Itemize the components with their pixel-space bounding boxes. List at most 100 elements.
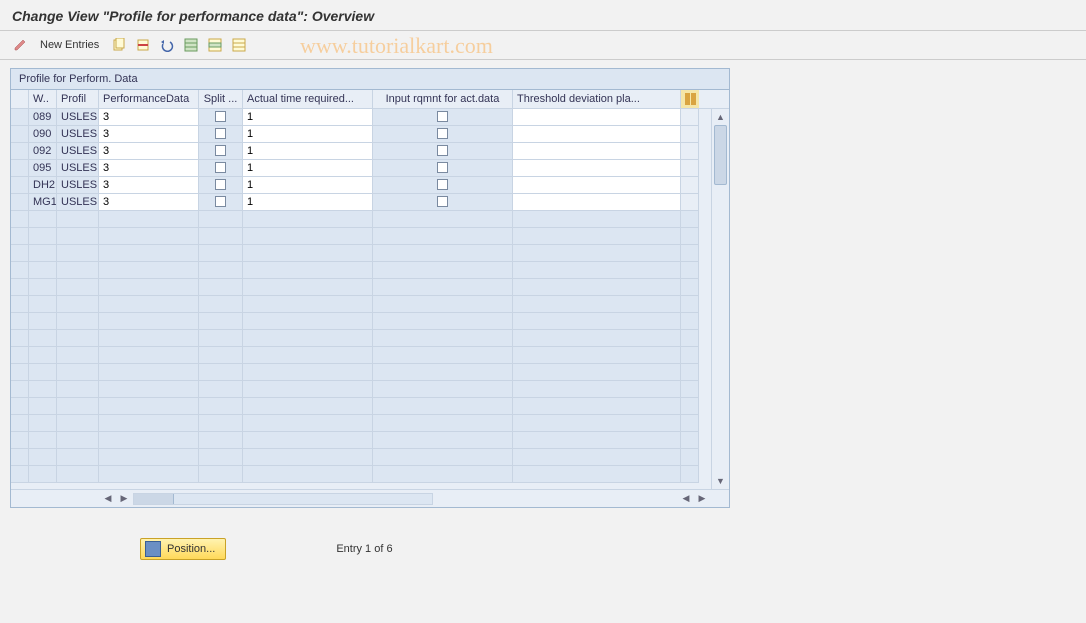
empty-cell	[199, 313, 243, 330]
change-icon[interactable]	[10, 35, 30, 55]
row-selector[interactable]	[11, 194, 29, 211]
empty-cell	[199, 211, 243, 228]
column-header-select[interactable]	[11, 90, 29, 108]
column-config-icon[interactable]	[681, 90, 699, 108]
scroll-up-icon[interactable]: ▲	[712, 109, 729, 125]
empty-cell	[57, 398, 99, 415]
empty-cell	[29, 381, 57, 398]
new-entries-button[interactable]: New Entries	[34, 35, 105, 55]
undo-icon[interactable]	[157, 35, 177, 55]
empty-cell	[513, 296, 681, 313]
cell-split-checkbox[interactable]	[199, 177, 243, 194]
position-button[interactable]: Position...	[140, 538, 226, 560]
empty-cell	[99, 415, 199, 432]
cell-input-checkbox[interactable]	[373, 177, 513, 194]
cell-actual-time[interactable]: 1	[243, 143, 373, 160]
cell-performancedata[interactable]: 3	[99, 177, 199, 194]
cell-input-checkbox[interactable]	[373, 109, 513, 126]
empty-cell	[513, 381, 681, 398]
horizontal-scrollbar[interactable]	[133, 493, 433, 505]
hscroll-right-icon[interactable]: ▶	[117, 492, 131, 506]
empty-cell	[681, 245, 699, 262]
cell-performancedata[interactable]: 3	[99, 126, 199, 143]
cell-profil: USLES	[57, 109, 99, 126]
cell-split-checkbox[interactable]	[199, 126, 243, 143]
hscroll-left2-icon[interactable]: ◀	[679, 492, 693, 506]
cell-actual-time[interactable]: 1	[243, 126, 373, 143]
table-row-empty	[11, 330, 729, 347]
empty-cell	[57, 262, 99, 279]
cell-actual-time[interactable]: 1	[243, 109, 373, 126]
deselect-all-icon[interactable]	[229, 35, 249, 55]
cell-cfg-spacer	[681, 194, 699, 211]
row-selector[interactable]	[11, 160, 29, 177]
cell-threshold[interactable]	[513, 194, 681, 211]
cell-threshold[interactable]	[513, 160, 681, 177]
cell-actual-time[interactable]: 1	[243, 194, 373, 211]
table-row: 090USLES31	[11, 126, 729, 143]
cell-threshold[interactable]	[513, 177, 681, 194]
page-title: Change View "Profile for performance dat…	[12, 8, 374, 24]
empty-cell	[681, 415, 699, 432]
column-header-split[interactable]: Split ...	[199, 90, 243, 108]
cell-split-checkbox[interactable]	[199, 143, 243, 160]
scroll-thumb[interactable]	[714, 125, 727, 185]
column-header-threshold[interactable]: Threshold deviation pla...	[513, 90, 681, 108]
cell-who: 092	[29, 143, 57, 160]
cell-split-checkbox[interactable]	[199, 160, 243, 177]
cell-profil: USLES	[57, 160, 99, 177]
hscroll-right2-icon[interactable]: ▶	[695, 492, 709, 506]
empty-cell	[199, 228, 243, 245]
column-header-actual-time[interactable]: Actual time required...	[243, 90, 373, 108]
column-header-input-rqmnt[interactable]: Input rqmnt for act.data	[373, 90, 513, 108]
cell-input-checkbox[interactable]	[373, 126, 513, 143]
cell-input-checkbox[interactable]	[373, 160, 513, 177]
vertical-scrollbar[interactable]: ▲ ▼	[711, 109, 729, 489]
row-selector[interactable]	[11, 126, 29, 143]
empty-cell	[513, 313, 681, 330]
hscroll-thumb[interactable]	[134, 494, 174, 504]
cell-actual-time[interactable]: 1	[243, 160, 373, 177]
cell-performancedata[interactable]: 3	[99, 109, 199, 126]
row-selector[interactable]	[11, 143, 29, 160]
bottom-bar: Position... Entry 1 of 6	[10, 538, 1076, 560]
position-icon	[145, 541, 161, 557]
cell-input-checkbox[interactable]	[373, 194, 513, 211]
empty-cell	[199, 330, 243, 347]
column-header-who[interactable]: W..	[29, 90, 57, 108]
empty-cell	[373, 296, 513, 313]
empty-cell	[57, 313, 99, 330]
empty-cell	[29, 262, 57, 279]
empty-cell	[513, 228, 681, 245]
content-area: Profile for Perform. Data W.. Profil Per…	[0, 60, 1086, 568]
cell-split-checkbox[interactable]	[199, 194, 243, 211]
cell-performancedata[interactable]: 3	[99, 194, 199, 211]
cell-profil: USLES	[57, 126, 99, 143]
column-header-profil[interactable]: Profil	[57, 90, 99, 108]
row-selector[interactable]	[11, 109, 29, 126]
cell-threshold[interactable]	[513, 143, 681, 160]
empty-cell	[513, 245, 681, 262]
select-all-icon[interactable]	[181, 35, 201, 55]
copy-icon[interactable]	[109, 35, 129, 55]
cell-input-checkbox[interactable]	[373, 143, 513, 160]
select-block-icon[interactable]	[205, 35, 225, 55]
cell-threshold[interactable]	[513, 126, 681, 143]
empty-cell	[199, 449, 243, 466]
cell-cfg-spacer	[681, 109, 699, 126]
cell-threshold[interactable]	[513, 109, 681, 126]
column-header-performancedata[interactable]: PerformanceData	[99, 90, 199, 108]
empty-cell	[681, 466, 699, 483]
scroll-down-icon[interactable]: ▼	[712, 473, 729, 489]
cell-performancedata[interactable]: 3	[99, 143, 199, 160]
empty-cell	[243, 415, 373, 432]
cell-performancedata[interactable]: 3	[99, 160, 199, 177]
delete-icon[interactable]	[133, 35, 153, 55]
cell-actual-time[interactable]: 1	[243, 177, 373, 194]
hscroll-left-icon[interactable]: ◀	[101, 492, 115, 506]
empty-cell	[99, 449, 199, 466]
cell-split-checkbox[interactable]	[199, 109, 243, 126]
cell-cfg-spacer	[681, 177, 699, 194]
empty-cell	[11, 466, 29, 483]
row-selector[interactable]	[11, 177, 29, 194]
